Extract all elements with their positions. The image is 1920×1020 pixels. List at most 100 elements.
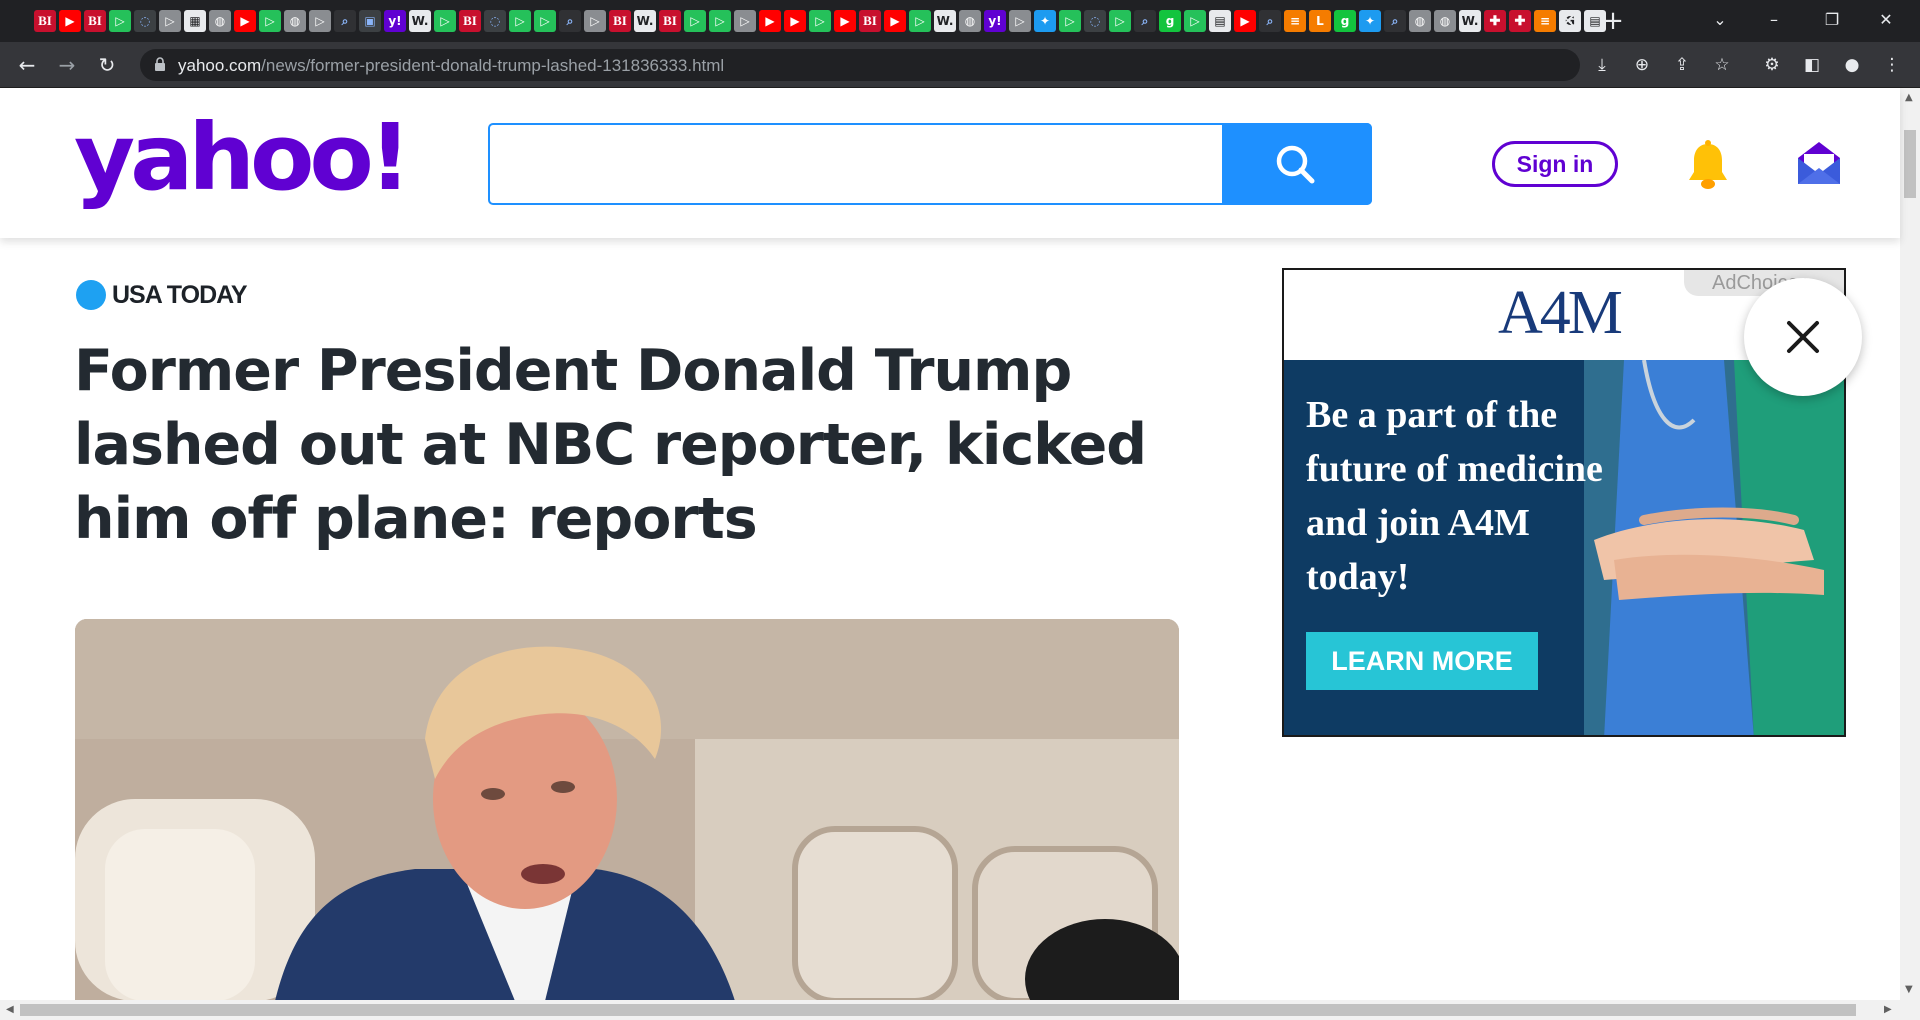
- wsj-icon[interactable]: W.: [634, 10, 656, 32]
- close-ad-button[interactable]: [1744, 278, 1862, 396]
- article-source[interactable]: USA TODAY: [76, 280, 248, 310]
- yahoo-header: yahoo! Sign in: [0, 88, 1900, 238]
- business-insider-icon[interactable]: BI: [459, 10, 481, 32]
- youtube-icon[interactable]: ▶: [834, 10, 856, 32]
- play-icon[interactable]: ▷: [709, 10, 731, 32]
- forward-icon[interactable]: ▷: [309, 10, 331, 32]
- horizontal-scroll-thumb[interactable]: [20, 1004, 1856, 1016]
- shield-icon[interactable]: ▣: [359, 10, 381, 32]
- youtube-icon[interactable]: ▶: [884, 10, 906, 32]
- menu-icon[interactable]: ⋮: [1878, 51, 1906, 79]
- youtube-icon[interactable]: ▶: [1234, 10, 1256, 32]
- twitter-icon[interactable]: ✦: [1034, 10, 1056, 32]
- close-window-button[interactable]: ✕: [1868, 5, 1904, 35]
- play-icon[interactable]: ▷: [1184, 10, 1206, 32]
- play-icon[interactable]: ▷: [1109, 10, 1131, 32]
- side-panel-icon[interactable]: ◧: [1798, 51, 1826, 79]
- wsj-icon[interactable]: W.: [934, 10, 956, 32]
- play-icon[interactable]: ▷: [534, 10, 556, 32]
- learn-more-button[interactable]: LEARN MORE: [1306, 632, 1538, 690]
- wsj-icon[interactable]: W.: [409, 10, 431, 32]
- search-input[interactable]: [504, 139, 1184, 189]
- play-icon[interactable]: ▷: [434, 10, 456, 32]
- forward-icon[interactable]: ▷: [734, 10, 756, 32]
- globe-icon[interactable]: ◍: [209, 10, 231, 32]
- business-insider-icon[interactable]: BI: [859, 10, 881, 32]
- play-icon[interactable]: ▷: [684, 10, 706, 32]
- play-icon[interactable]: ▷: [509, 10, 531, 32]
- zoom-icon[interactable]: ⊕: [1628, 51, 1656, 79]
- forward-button[interactable]: →: [52, 50, 82, 80]
- business-insider-icon[interactable]: BI: [34, 10, 56, 32]
- yahoo-icon[interactable]: y!: [384, 10, 406, 32]
- horizontal-scrollbar[interactable]: ◀ ▶: [0, 1000, 1920, 1020]
- latimes-icon[interactable]: L: [1309, 10, 1331, 32]
- bell-icon[interactable]: [1684, 140, 1732, 192]
- reload-button[interactable]: ↻: [92, 50, 122, 80]
- globe-icon[interactable]: ◍: [1434, 10, 1456, 32]
- bookmark-icon[interactable]: ≡: [1284, 10, 1306, 32]
- play-icon[interactable]: ▷: [1059, 10, 1081, 32]
- yahoo-logo[interactable]: yahoo!: [74, 112, 412, 204]
- alert-icon[interactable]: ✚: [1509, 10, 1531, 32]
- play-icon[interactable]: ▷: [109, 10, 131, 32]
- play-icon[interactable]: ▷: [909, 10, 931, 32]
- mail-icon[interactable]: [1796, 140, 1842, 186]
- alert-icon[interactable]: ✚: [1484, 10, 1506, 32]
- business-insider-icon[interactable]: BI: [84, 10, 106, 32]
- address-bar[interactable]: yahoo.com/news/former-president-donald-t…: [140, 49, 1580, 81]
- sign-in-button[interactable]: Sign in: [1492, 141, 1618, 187]
- g-icon[interactable]: g: [1159, 10, 1181, 32]
- business-insider-icon[interactable]: BI: [609, 10, 631, 32]
- minimize-button[interactable]: –: [1756, 5, 1792, 35]
- forward-icon[interactable]: ▷: [1009, 10, 1031, 32]
- restore-button[interactable]: ❐: [1814, 5, 1850, 35]
- forward-icon[interactable]: ▷: [584, 10, 606, 32]
- shield-icon[interactable]: ◌: [134, 10, 156, 32]
- shield-icon[interactable]: ◌: [484, 10, 506, 32]
- puzzle-icon[interactable]: ▦: [184, 10, 206, 32]
- scroll-right-arrow-icon[interactable]: ▶: [1884, 1004, 1892, 1015]
- scroll-left-arrow-icon[interactable]: ◀: [6, 1004, 14, 1015]
- globe-icon[interactable]: ◍: [1409, 10, 1431, 32]
- extensions-icon[interactable]: ⚙: [1758, 51, 1786, 79]
- globe-icon[interactable]: ◍: [284, 10, 306, 32]
- search-icon[interactable]: ⌕: [1134, 10, 1156, 32]
- youtube-icon[interactable]: ▶: [234, 10, 256, 32]
- vertical-scrollbar[interactable]: ▲ ▼: [1900, 88, 1920, 1000]
- browser-toolbar: ← → ↻ yahoo.com/news/former-president-do…: [0, 42, 1920, 88]
- close-tab-icon[interactable]: ✕: [1555, 8, 1581, 34]
- youtube-icon[interactable]: ▶: [59, 10, 81, 32]
- youtube-icon[interactable]: ▶: [759, 10, 781, 32]
- photo-illustration: [75, 619, 1179, 1001]
- g-icon[interactable]: g: [1334, 10, 1356, 32]
- yahoo-icon[interactable]: y!: [984, 10, 1006, 32]
- search-icon[interactable]: ⌕: [334, 10, 356, 32]
- search-icon[interactable]: ⌕: [1259, 10, 1281, 32]
- profile-icon[interactable]: ●: [1838, 51, 1866, 79]
- vertical-scroll-thumb[interactable]: [1904, 130, 1916, 198]
- search-icon[interactable]: ⌕: [1384, 10, 1406, 32]
- scroll-down-arrow-icon[interactable]: ▼: [1905, 984, 1913, 995]
- business-insider-icon[interactable]: BI: [659, 10, 681, 32]
- share-icon[interactable]: ⇪: [1668, 51, 1696, 79]
- forward-icon[interactable]: ▷: [159, 10, 181, 32]
- tab-search-icon[interactable]: ⌄: [1702, 5, 1738, 35]
- install-icon[interactable]: ⤓: [1588, 51, 1616, 79]
- new-tab-button[interactable]: +: [1598, 6, 1628, 36]
- wsj-icon[interactable]: W.: [1459, 10, 1481, 32]
- article-photo[interactable]: [75, 619, 1179, 1001]
- search-icon[interactable]: ⌕: [559, 10, 581, 32]
- twitter-icon[interactable]: ✦: [1359, 10, 1381, 32]
- bookmark-icon[interactable]: ≡: [1534, 10, 1556, 32]
- scroll-up-arrow-icon[interactable]: ▲: [1905, 92, 1913, 103]
- globe-icon[interactable]: ◍: [959, 10, 981, 32]
- news-icon[interactable]: ▤: [1209, 10, 1231, 32]
- shield-icon[interactable]: ◌: [1084, 10, 1106, 32]
- play-icon[interactable]: ▷: [809, 10, 831, 32]
- youtube-icon[interactable]: ▶: [784, 10, 806, 32]
- play-icon[interactable]: ▷: [259, 10, 281, 32]
- back-button[interactable]: ←: [12, 50, 42, 80]
- search-button[interactable]: [1222, 123, 1372, 205]
- bookmark-star-icon[interactable]: ☆: [1708, 51, 1736, 79]
